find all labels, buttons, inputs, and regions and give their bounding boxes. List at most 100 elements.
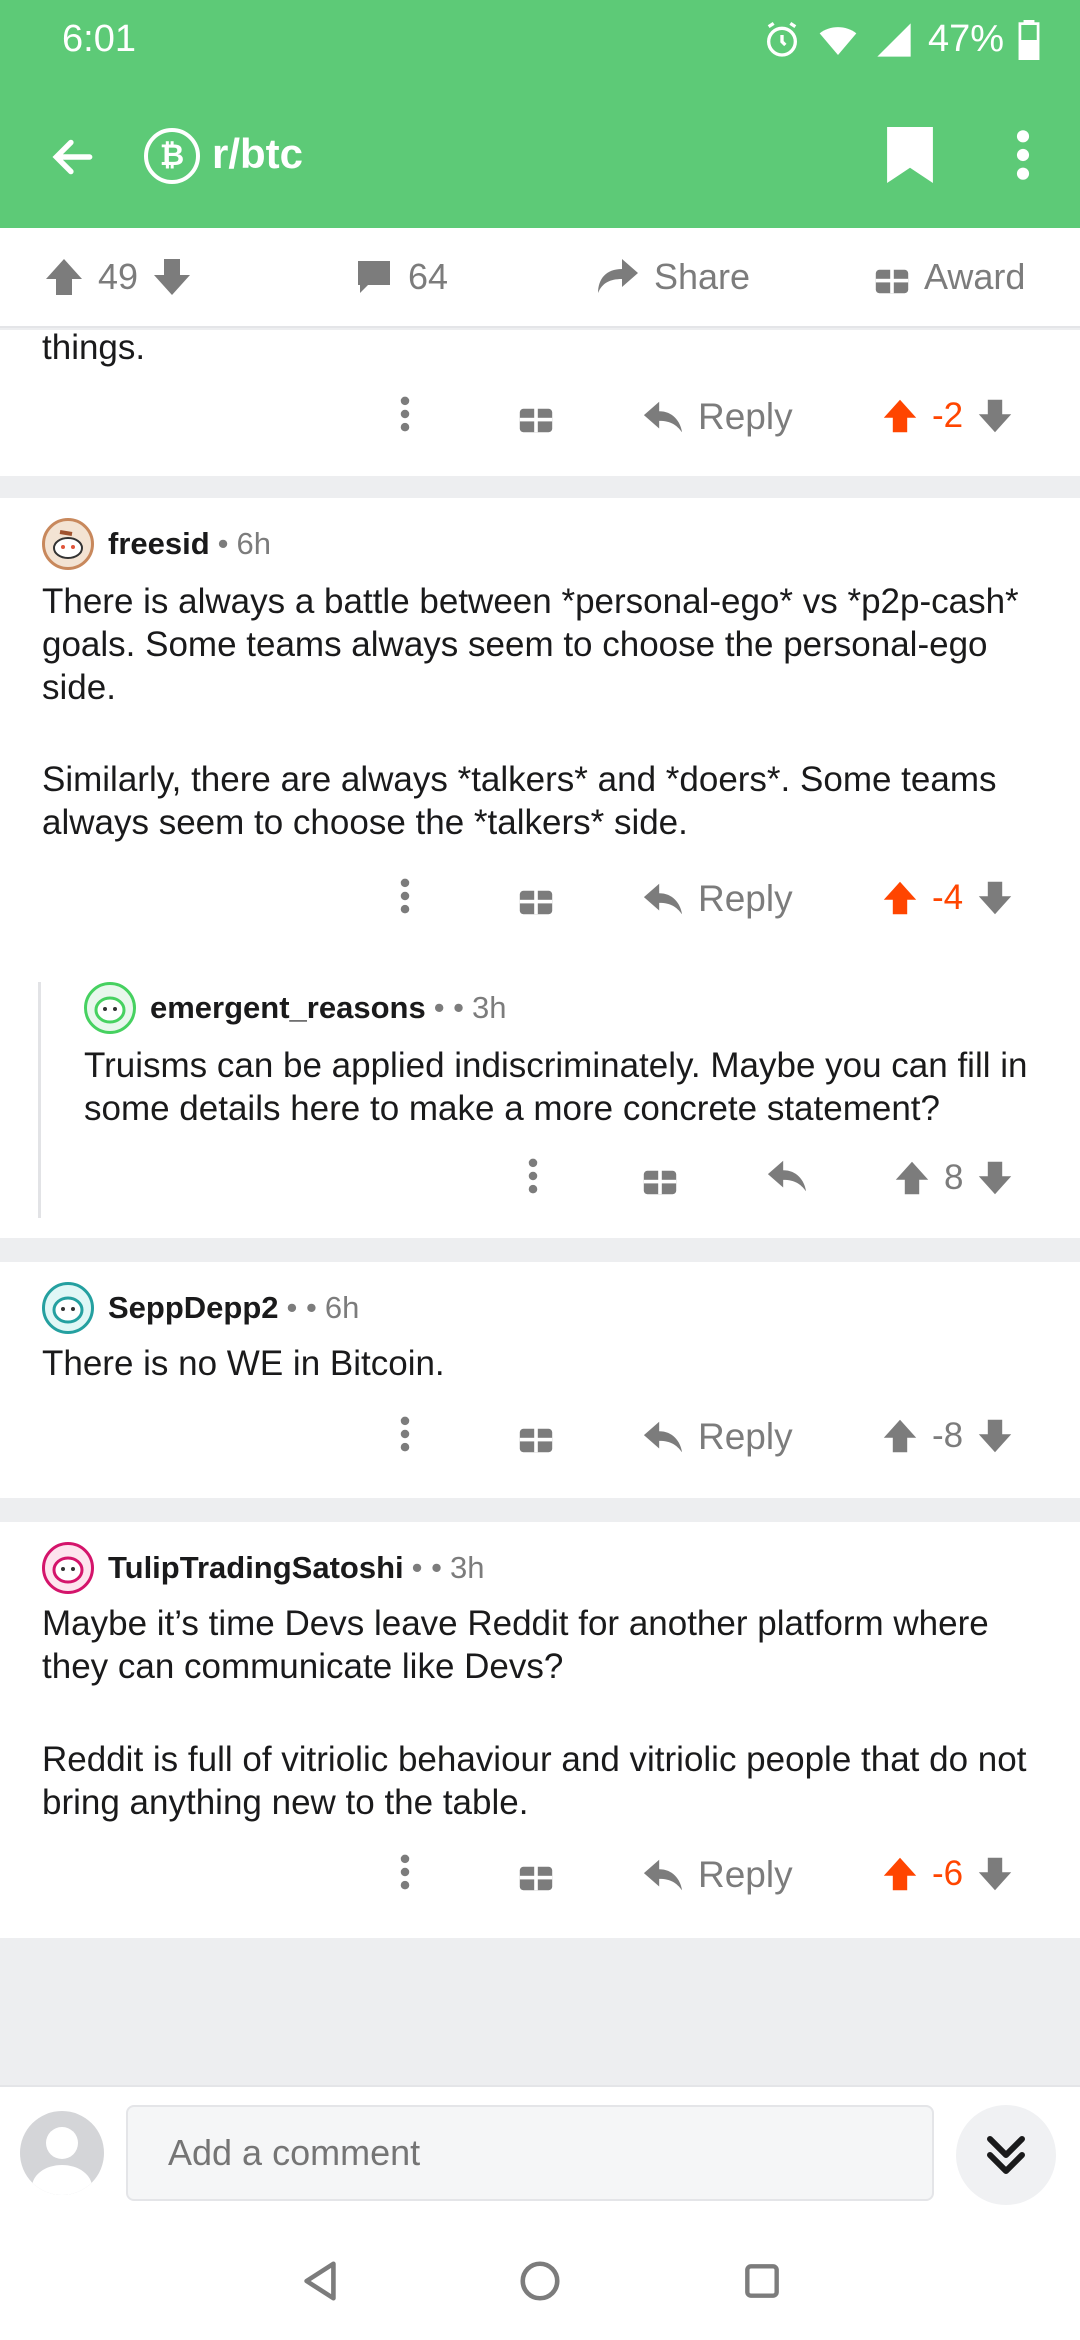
give-award-button[interactable]	[642, 1160, 678, 1196]
downvote-icon[interactable]	[152, 257, 192, 297]
reply-button[interactable]: Reply	[642, 1854, 793, 1896]
upvote-icon[interactable]	[44, 257, 84, 297]
nav-recents-icon	[745, 2264, 779, 2298]
reply-icon	[643, 1421, 683, 1453]
avatar[interactable]	[84, 982, 136, 1034]
give-award-button[interactable]	[518, 1856, 554, 1892]
bitcoin-icon: ₿	[144, 128, 200, 184]
bookmark-button[interactable]	[880, 120, 940, 190]
gift-icon	[519, 1859, 553, 1891]
post-comment-count: 64	[408, 256, 449, 297]
comment-actions: Reply -6	[0, 1848, 1080, 1918]
upvote-icon[interactable]	[882, 1855, 918, 1893]
back-button[interactable]	[38, 122, 108, 192]
more-options-button[interactable]	[995, 120, 1051, 190]
upvote-icon[interactable]	[894, 1159, 930, 1197]
chevron-double-down-icon	[987, 2136, 1025, 2174]
comment-vote: 8	[894, 1158, 1013, 1198]
vote-score: -6	[932, 1854, 964, 1893]
more-options-button[interactable]	[400, 1854, 410, 1890]
downvote-icon[interactable]	[977, 397, 1013, 435]
status-time: 6:01	[62, 18, 136, 60]
comment-author[interactable]: SeppDepp2	[108, 1290, 279, 1326]
reply-label: Reply	[698, 1416, 793, 1457]
award-button[interactable]: Award	[874, 256, 1025, 298]
give-award-button[interactable]	[518, 1418, 554, 1454]
award-label: Award	[924, 256, 1026, 297]
post-action-bar: 49 64 Share Award	[0, 228, 1080, 328]
more-vertical-icon	[528, 1158, 538, 1194]
current-user-avatar[interactable]	[20, 2111, 104, 2195]
subreddit-name[interactable]: r/btc	[212, 130, 303, 178]
gift-icon	[519, 1421, 553, 1453]
comment-actions: Reply -2	[0, 390, 1080, 460]
nav-home-icon	[520, 2261, 560, 2301]
more-options-button[interactable]	[400, 1416, 410, 1452]
more-options-button[interactable]	[400, 396, 410, 432]
toolbar: ₿ r/btc	[0, 100, 1080, 210]
comment-paragraph: Similarly, there are always *talkers* an…	[42, 760, 997, 842]
status-bar: 6:01 47%	[0, 0, 1080, 80]
post-upvote-count: 49	[98, 256, 139, 297]
more-vertical-icon	[400, 396, 410, 432]
downvote-icon[interactable]	[977, 1159, 1013, 1197]
signal-icon	[877, 22, 911, 57]
nav-back-button[interactable]	[290, 2251, 350, 2311]
comment-body: things.	[42, 328, 146, 367]
meta-separator: • •	[433, 990, 465, 1025]
upvote-icon[interactable]	[882, 397, 918, 435]
back-arrow-icon	[52, 139, 93, 175]
nav-home-button[interactable]	[510, 2251, 570, 2311]
avatar[interactable]	[42, 1282, 94, 1334]
alarm-icon	[766, 21, 797, 57]
user-avatar-icon	[32, 2127, 92, 2195]
more-options-button[interactable]	[400, 878, 410, 914]
comment-author[interactable]: freesid	[108, 526, 210, 562]
comment-meta: freesid • 6h	[42, 518, 271, 570]
comment-age: 6h	[324, 1290, 360, 1325]
gift-icon	[643, 1163, 677, 1195]
reply-label: Reply	[698, 396, 793, 437]
vote-score: -4	[932, 878, 964, 917]
downvote-icon[interactable]	[977, 1855, 1013, 1893]
award-icon	[875, 262, 909, 294]
comment-author[interactable]: TulipTradingSatoshi	[108, 1550, 404, 1586]
meta-separator: • •	[286, 1290, 317, 1325]
downvote-icon[interactable]	[977, 879, 1013, 917]
snoo-avatar-icon	[52, 1556, 84, 1584]
nav-recents-button[interactable]	[732, 2251, 792, 2311]
comment-author[interactable]: emergent_reasons	[150, 990, 426, 1026]
downvote-icon[interactable]	[977, 1417, 1013, 1455]
more-vertical-icon	[1016, 130, 1030, 180]
share-button[interactable]: Share	[596, 256, 750, 298]
reply-icon	[643, 401, 683, 433]
next-comment-button[interactable]	[956, 2105, 1056, 2205]
more-options-button[interactable]	[528, 1158, 538, 1194]
reply-button[interactable]: Reply	[642, 396, 793, 438]
comments-button[interactable]: 64	[354, 256, 448, 298]
post-vote: 49	[44, 256, 192, 298]
give-award-button[interactable]	[518, 398, 554, 434]
upvote-icon[interactable]	[882, 879, 918, 917]
reply-button[interactable]: Reply	[642, 1416, 793, 1458]
gift-icon	[519, 883, 553, 915]
comment-actions: 8	[0, 1152, 1080, 1222]
comment-actions: Reply -8	[0, 1410, 1080, 1480]
status-icons: 47%	[762, 18, 1040, 61]
comment-age: 6h	[236, 526, 272, 561]
bookmark-icon	[887, 127, 933, 183]
reply-button[interactable]	[766, 1158, 808, 1194]
give-award-button[interactable]	[518, 880, 554, 916]
meta-separator: •	[217, 526, 229, 561]
comment-age: 3h	[449, 1550, 485, 1585]
upvote-icon[interactable]	[882, 1417, 918, 1455]
reply-button[interactable]: Reply	[642, 878, 793, 920]
snoo-avatar-icon	[52, 1296, 84, 1324]
add-comment-input[interactable]	[126, 2105, 934, 2201]
avatar[interactable]	[42, 1542, 94, 1594]
battery-icon	[1018, 19, 1040, 60]
avatar[interactable]	[42, 518, 94, 570]
comment-meta: SeppDepp2 • • 6h	[42, 1282, 359, 1334]
comment-paragraph: Truisms can be applied indiscriminately.…	[84, 1046, 1028, 1128]
reply-icon	[643, 883, 683, 915]
